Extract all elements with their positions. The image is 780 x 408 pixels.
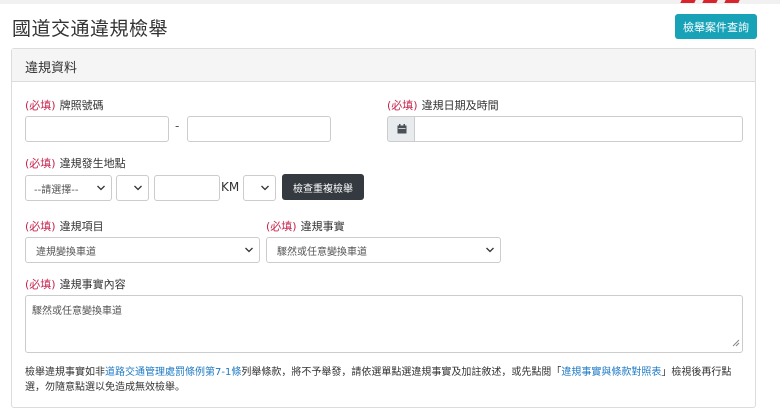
content-label-text: 違規事實內容 xyxy=(59,278,126,291)
fact-table-link[interactable]: 違規事實與條款對照表 xyxy=(561,367,661,378)
check-duplicate-button[interactable]: 檢查重複檢舉 xyxy=(282,174,364,200)
plate-label: (必填) 牌照號碼 xyxy=(25,97,104,113)
notice-part: 列舉條款，將不予舉發，請依選單點選違規事實及加註敘述，或先點閱「 xyxy=(241,367,562,378)
km-input[interactable] xyxy=(154,175,220,201)
km-unit: KM xyxy=(221,180,240,194)
datetime-label-text: 違規日期及時間 xyxy=(421,99,499,112)
highway-select[interactable]: --請選擇-- xyxy=(25,175,112,201)
page-title: 國道交通違規檢舉 xyxy=(12,18,169,40)
required-tag: (必填) xyxy=(25,99,56,112)
panel-heading: 違規資料 xyxy=(12,49,755,82)
chevron-down-icon xyxy=(134,183,142,194)
brand-mark xyxy=(702,0,718,3)
required-tag: (必填) xyxy=(387,99,418,112)
plate-separator: - xyxy=(175,119,180,133)
chevron-down-icon xyxy=(245,245,253,256)
violation-item-value: 違規變換車道 xyxy=(36,246,96,258)
plate-prefix-input[interactable] xyxy=(25,116,169,142)
datetime-input[interactable] xyxy=(414,116,743,142)
location-label: (必填) 違規發生地點 xyxy=(25,155,126,171)
brand-mark xyxy=(680,0,696,3)
chevron-down-icon xyxy=(261,183,269,194)
notice-text: 檢舉違規事實如非道路交通管理處罰條例第7-1條列舉條款，將不予舉發，請依選單點選… xyxy=(25,365,750,395)
brand-mark xyxy=(724,0,740,3)
regulation-link[interactable]: 道路交通管理處罰條例第7-1條 xyxy=(105,367,241,378)
km-decimal-select[interactable] xyxy=(243,175,276,201)
location-label-text: 違規發生地點 xyxy=(59,157,126,170)
notice-part: 檢舉違規事實如非 xyxy=(25,367,105,378)
top-border xyxy=(0,0,780,4)
datetime-label: (必填) 違規日期及時間 xyxy=(387,97,499,113)
direction-select[interactable] xyxy=(116,175,149,201)
violation-item-select[interactable]: 違規變換車道 xyxy=(25,237,260,263)
required-tag: (必填) xyxy=(25,157,56,170)
required-tag: (必填) xyxy=(25,278,56,291)
violation-panel: 違規資料 xyxy=(11,48,756,408)
violation-fact-value: 驟然或任意變換車道 xyxy=(277,246,367,258)
calendar-icon[interactable] xyxy=(387,116,415,142)
plate-number-input[interactable] xyxy=(187,116,331,142)
violation-fact-select[interactable]: 驟然或任意變換車道 xyxy=(266,237,501,263)
required-tag: (必填) xyxy=(25,220,56,233)
highway-select-value: --請選擇-- xyxy=(34,184,79,196)
chevron-down-icon xyxy=(486,245,494,256)
fact-label: (必填) 違規事實 xyxy=(266,218,345,234)
violation-content-textarea[interactable]: 驟然或任意變換車道 xyxy=(25,295,743,353)
item-label: (必填) 違規項目 xyxy=(25,218,104,234)
content-label: (必填) 違規事實內容 xyxy=(25,276,126,292)
required-tag: (必填) xyxy=(266,220,297,233)
fact-label-text: 違規事實 xyxy=(300,220,345,233)
item-label-text: 違規項目 xyxy=(59,220,104,233)
plate-label-text: 牌照號碼 xyxy=(59,99,104,112)
chevron-down-icon xyxy=(97,183,105,194)
case-query-button[interactable]: 檢舉案件查詢 xyxy=(675,14,757,39)
violation-content-value: 驟然或任意變換車道 xyxy=(32,306,122,317)
resize-grip-icon[interactable] xyxy=(732,339,740,350)
